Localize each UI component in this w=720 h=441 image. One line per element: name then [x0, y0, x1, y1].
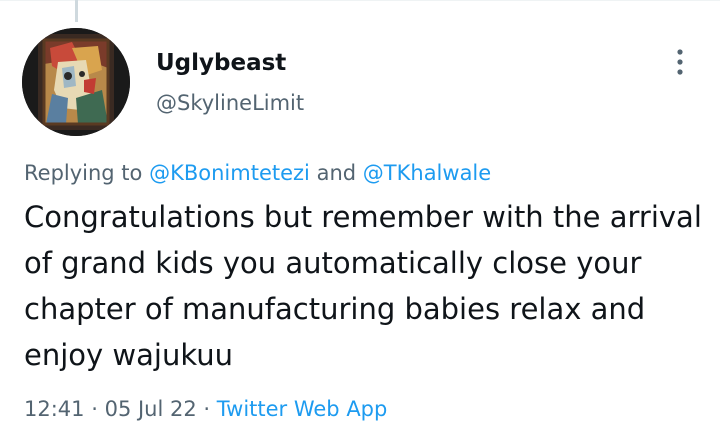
- thread-connector-line: [75, 0, 78, 22]
- tweet-date[interactable]: 05 Jul 22: [105, 397, 197, 421]
- replying-conjunction: and: [316, 161, 357, 185]
- more-options-button[interactable]: [664, 42, 696, 82]
- top-divider: [0, 0, 720, 1]
- mention-link-tkhalwale[interactable]: @TKhalwale: [363, 161, 491, 185]
- tweet-source-link[interactable]: Twitter Web App: [217, 397, 388, 421]
- avatar[interactable]: [22, 28, 130, 136]
- painted-portrait-avatar-icon: [22, 28, 130, 136]
- author-display-name[interactable]: Uglybeast: [156, 48, 286, 78]
- replying-prefix: Replying to: [24, 161, 143, 185]
- mention-link-kbonimtetezi[interactable]: @KBonimtetezi: [149, 161, 310, 185]
- meta-separator: ·: [91, 397, 98, 421]
- replying-to-line: Replying to @KBonimtetezi and @TKhalwale: [24, 158, 491, 188]
- meta-separator: ·: [203, 397, 211, 421]
- tweet-metadata: 12:41 · 05 Jul 22 · Twitter Web App: [24, 394, 387, 424]
- more-vertical-icon: [677, 49, 683, 75]
- author-handle[interactable]: @SkylineLimit: [156, 88, 304, 118]
- tweet-time[interactable]: 12:41: [24, 397, 85, 421]
- tweet-text: Congratulations but remember with the ar…: [24, 200, 702, 372]
